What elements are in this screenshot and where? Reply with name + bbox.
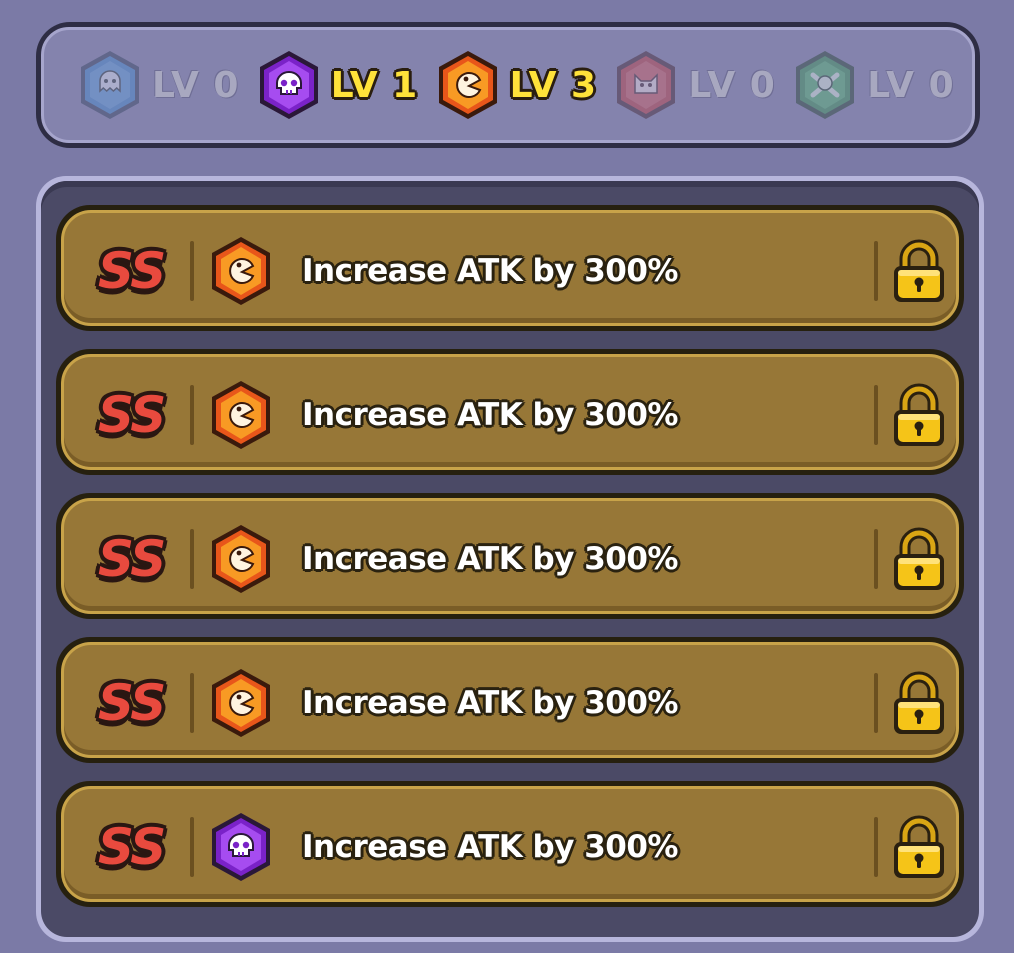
grade-badge: SS bbox=[98, 386, 166, 444]
option-row-body: SS Increase ATK by 300% bbox=[61, 354, 959, 470]
skull-icon bbox=[257, 49, 321, 121]
level-label: LV 0 bbox=[867, 64, 955, 106]
option-row: SS Increase ATK by 300% bbox=[56, 349, 964, 475]
level-item-chomp[interactable]: LV 3 bbox=[436, 49, 615, 121]
chomp-icon bbox=[209, 379, 273, 451]
lock-icon[interactable] bbox=[890, 527, 948, 593]
level-item-crossbones[interactable]: LV 0 bbox=[793, 49, 972, 121]
option-description: Increase ATK by 300% bbox=[302, 397, 679, 433]
divider bbox=[874, 241, 878, 301]
grade-badge: SS bbox=[98, 530, 166, 588]
lock-icon[interactable] bbox=[890, 671, 948, 737]
level-label: LV 0 bbox=[152, 64, 240, 106]
lock-icon[interactable] bbox=[890, 239, 948, 305]
ghost-icon bbox=[78, 49, 142, 121]
option-row-body: SS Increase ATK by 300% bbox=[61, 498, 959, 614]
chomp-icon bbox=[209, 523, 273, 595]
cat-icon bbox=[614, 49, 678, 121]
level-label: LV 0 bbox=[688, 64, 776, 106]
level-label: LV 1 bbox=[330, 64, 419, 106]
crossbones-icon bbox=[793, 49, 857, 121]
level-item-skull[interactable]: LV 1 bbox=[257, 49, 436, 121]
grade-badge: SS bbox=[98, 818, 166, 876]
grade-badge: SS bbox=[98, 674, 166, 732]
chomp-icon bbox=[436, 49, 500, 121]
option-description: Increase ATK by 300% bbox=[302, 253, 679, 289]
divider bbox=[190, 241, 194, 301]
level-item-ghost[interactable]: LV 0 bbox=[78, 49, 257, 121]
divider bbox=[190, 817, 194, 877]
option-row-body: SS Increase ATK by 300% bbox=[61, 786, 959, 902]
level-label: LV 3 bbox=[509, 64, 598, 106]
set-level-list: LV 0 LV 1 LV 3 LV 0 LV 0 bbox=[41, 27, 975, 143]
option-row-body: SS Increase ATK by 300% bbox=[61, 210, 959, 326]
option-row: SS Increase ATK by 300% bbox=[56, 205, 964, 331]
option-description: Increase ATK by 300% bbox=[302, 685, 679, 721]
chomp-icon bbox=[209, 667, 273, 739]
divider bbox=[190, 673, 194, 733]
divider bbox=[874, 385, 878, 445]
chomp-icon bbox=[209, 235, 273, 307]
option-description: Increase ATK by 300% bbox=[302, 541, 679, 577]
divider bbox=[874, 673, 878, 733]
option-description: Increase ATK by 300% bbox=[302, 829, 679, 865]
option-row-body: SS Increase ATK by 300% bbox=[61, 642, 959, 758]
divider bbox=[874, 817, 878, 877]
grade-badge: SS bbox=[98, 242, 166, 300]
set-level-bar: LV 0 LV 1 LV 3 LV 0 LV 0 bbox=[36, 22, 980, 148]
skull-icon bbox=[209, 811, 273, 883]
option-row: SS Increase ATK by 300% bbox=[56, 781, 964, 907]
divider bbox=[190, 385, 194, 445]
divider bbox=[190, 529, 194, 589]
lock-icon[interactable] bbox=[890, 383, 948, 449]
level-item-cat[interactable]: LV 0 bbox=[614, 49, 793, 121]
lock-icon[interactable] bbox=[890, 815, 948, 881]
option-row: SS Increase ATK by 300% bbox=[56, 493, 964, 619]
option-row: SS Increase ATK by 300% bbox=[56, 637, 964, 763]
divider bbox=[874, 529, 878, 589]
